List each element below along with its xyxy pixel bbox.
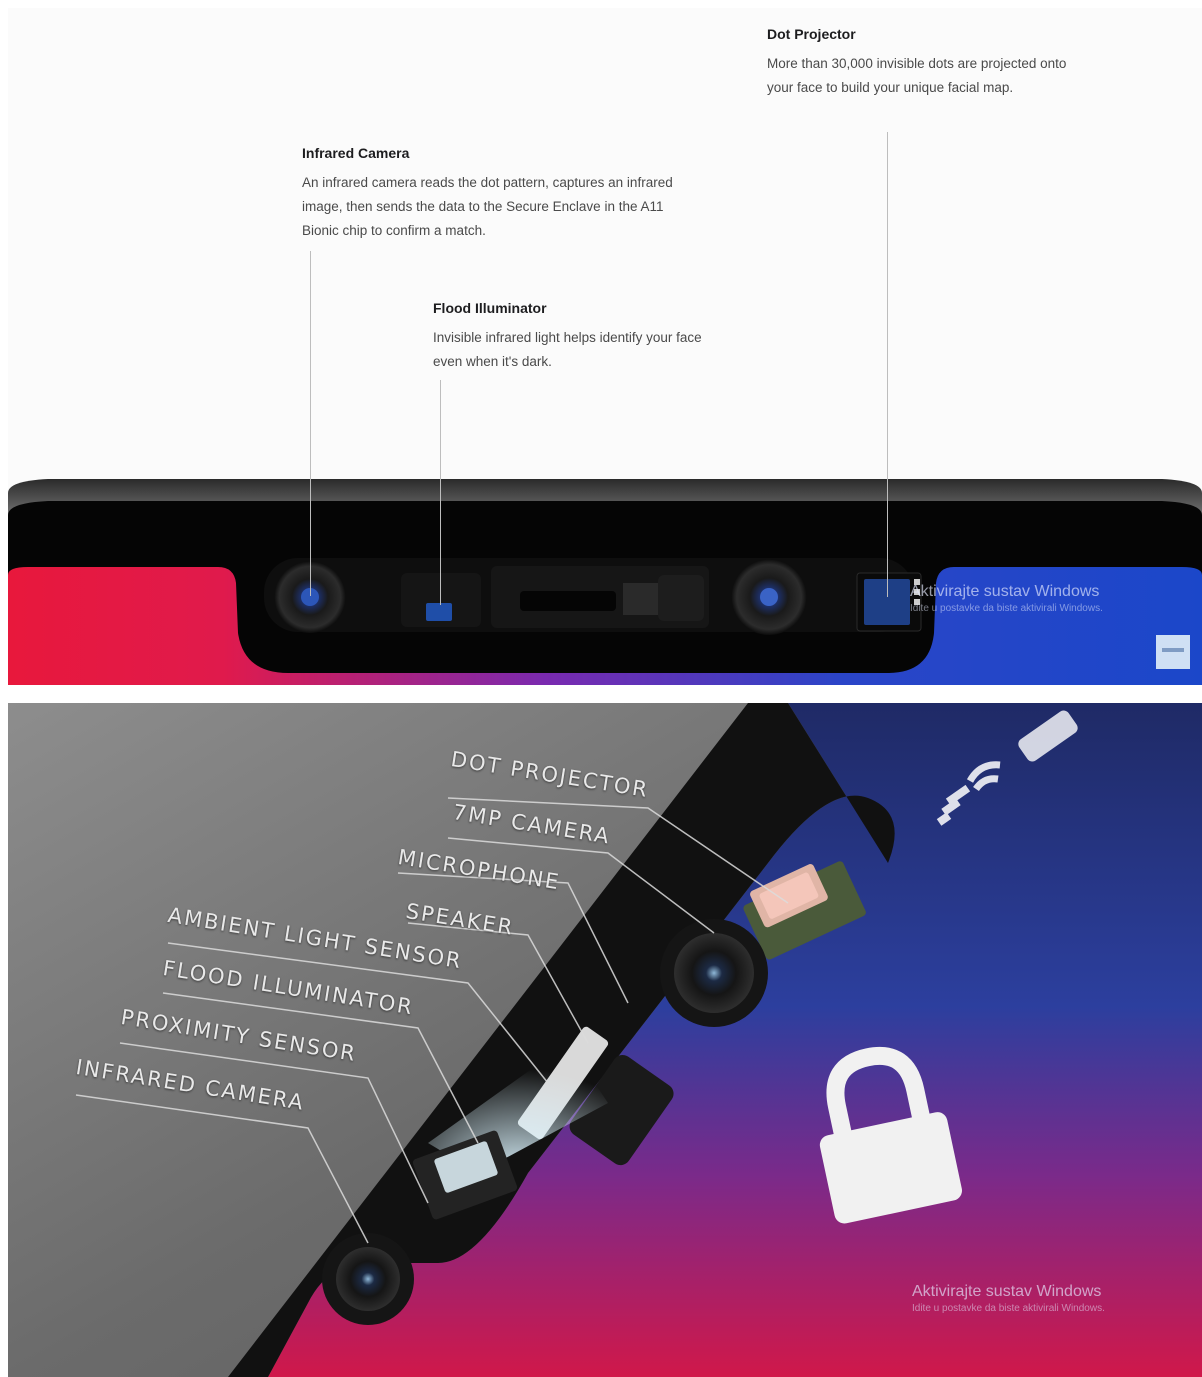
face-id-diagram-bottom: DOT PROJECTOR 7MP CAMERA MICROPHONE SPEA…: [8, 703, 1202, 1377]
callout-title: Flood Illuminator: [433, 300, 547, 316]
callout-body: Invisible infrared light helps identify …: [433, 330, 702, 369]
watermark-subtitle: Idite u postavke da biste aktivirali Win…: [910, 603, 1103, 614]
truedepth-exploded-illustration: [8, 703, 1202, 1377]
windows-activation-watermark: Aktivirajte sustav Windows Idite u posta…: [910, 583, 1103, 614]
callout-infrared-camera: Infrared Camera An infrared camera reads…: [302, 145, 702, 243]
watermark-title: Aktivirajte sustav Windows: [912, 1283, 1102, 1300]
callout-flood-illuminator: Flood Illuminator Invisible infrared lig…: [433, 300, 733, 374]
watermark-title: Aktivirajte sustav Windows: [910, 583, 1100, 600]
callout-body: An infrared camera reads the dot pattern…: [302, 175, 673, 238]
leader-line-dot-projector: [887, 132, 888, 597]
face-id-diagram-top: Dot Projector More than 30,000 invisible…: [8, 8, 1202, 685]
callout-body: More than 30,000 invisible dots are proj…: [767, 56, 1067, 95]
watermark-subtitle: Idite u postavke da biste aktivirali Win…: [912, 1303, 1105, 1314]
leader-line-flood-illuminator: [440, 380, 441, 605]
windows-activation-watermark: Aktivirajte sustav Windows Idite u posta…: [912, 1283, 1105, 1314]
callout-dot-projector: Dot Projector More than 30,000 invisible…: [767, 26, 1067, 100]
leader-line-infrared-camera: [310, 251, 311, 596]
callout-title: Dot Projector: [767, 26, 856, 42]
phone-notch-illustration: [8, 479, 1202, 685]
callout-title: Infrared Camera: [302, 145, 410, 161]
